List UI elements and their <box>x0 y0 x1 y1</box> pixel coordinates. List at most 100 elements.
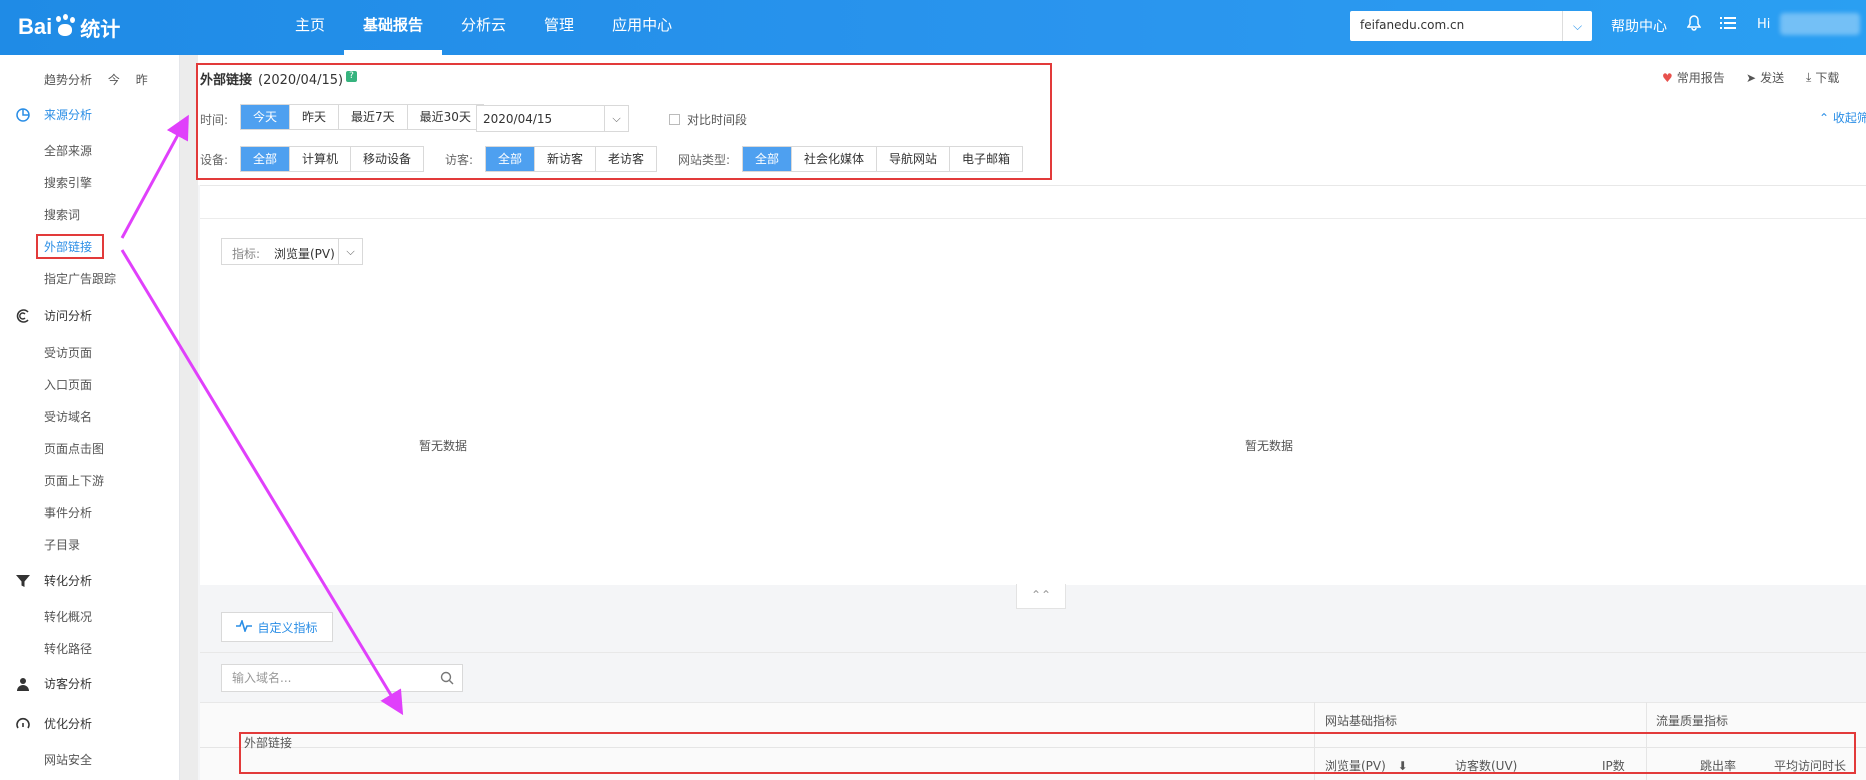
nav-analysis-cloud[interactable]: 分析云 <box>442 0 525 55</box>
trend-yesterday-link[interactable]: 昨 <box>136 73 148 87</box>
sidebar-item-click-map[interactable]: 页面点击图 <box>44 440 104 457</box>
divider <box>1314 702 1315 780</box>
site-type-social-button[interactable]: 社会化媒体 <box>792 147 878 171</box>
help-center-link[interactable]: 帮助中心 <box>1611 16 1667 36</box>
send-button[interactable]: ➤ 发送 <box>1746 69 1784 86</box>
chart-area <box>200 185 1866 585</box>
sidebar-section-label: 来源分析 <box>44 108 93 122</box>
report-date: (2020/04/15) <box>258 73 344 88</box>
sort-down-icon[interactable]: ⬇ <box>1398 759 1408 773</box>
help-icon[interactable]: ? <box>346 71 357 82</box>
column-ip[interactable]: IP数 <box>1602 757 1625 774</box>
sidebar-section-optimize[interactable]: 优化分析 <box>16 715 92 732</box>
search-icon[interactable] <box>440 671 454 685</box>
visitor-returning-button[interactable]: 老访客 <box>596 147 657 171</box>
baidu-tongji-logo[interactable]: Bai 统计 <box>18 10 120 44</box>
sidebar-item-event-analysis[interactable]: 事件分析 <box>44 504 92 521</box>
column-external-link[interactable]: 外部链接 <box>244 734 292 751</box>
visitor-all-button[interactable]: 全部 <box>486 147 536 171</box>
time-30days-button[interactable]: 最近30天 <box>407 105 483 129</box>
column-bounce-rate[interactable]: 跳出率 <box>1700 757 1736 774</box>
time-yesterday-button[interactable]: 昨天 <box>290 105 340 129</box>
avatar[interactable] <box>1780 13 1860 35</box>
sidebar-section-visitor[interactable]: 访客分析 <box>16 675 92 692</box>
metric-selector[interactable]: 指标: 浏览量(PV) ⌵ <box>221 238 363 265</box>
visit-analysis-icon <box>16 308 30 323</box>
domain-search-input[interactable] <box>232 670 432 686</box>
download-icon: ⤓ <box>1806 70 1812 84</box>
logo-text: Bai <box>18 14 53 39</box>
site-type-navigation-button[interactable]: 导航网站 <box>877 147 951 171</box>
sidebar-item-ad-tracking[interactable]: 指定广告跟踪 <box>44 270 116 287</box>
sidebar-item-visited-domains[interactable]: 受访域名 <box>44 408 92 425</box>
time-7days-button[interactable]: 最近7天 <box>339 105 408 129</box>
date-picker-value: 2020/04/15 <box>483 112 553 126</box>
divider <box>200 747 1866 748</box>
device-mobile-button[interactable]: 移动设备 <box>351 147 424 171</box>
site-type-email-button[interactable]: 电子邮箱 <box>950 147 1023 171</box>
nav-home[interactable]: 主页 <box>276 0 344 55</box>
sidebar-item-visited-pages[interactable]: 受访页面 <box>44 344 92 361</box>
chevron-down-icon[interactable]: ⌵ <box>1562 11 1592 41</box>
sidebar-section-source[interactable]: 来源分析 <box>16 106 92 123</box>
column-avg-duration[interactable]: 平均访问时长 <box>1774 757 1846 774</box>
sidebar-scrollbar[interactable] <box>180 55 198 780</box>
sidebar-section-visit[interactable]: 访问分析 <box>16 307 92 324</box>
column-uv[interactable]: 访客数(UV) <box>1455 757 1517 774</box>
group-quality-metrics: 流量质量指标 <box>1656 714 1729 728</box>
compare-period-checkbox[interactable]: 对比时间段 <box>669 111 747 128</box>
device-all-button[interactable]: 全部 <box>241 147 291 171</box>
chevron-down-icon[interactable]: ⌵ <box>338 239 362 264</box>
download-button[interactable]: ⤓ 下载 <box>1806 69 1839 86</box>
divider <box>1646 702 1647 780</box>
sidebar-item-search-engine[interactable]: 搜索引擎 <box>44 174 92 191</box>
user-greeting[interactable]: Hi <box>1757 17 1770 32</box>
page-title-text: 外部链接 <box>200 73 253 88</box>
trend-today-link[interactable]: 今 <box>108 73 120 87</box>
chevron-down-icon[interactable]: ⌵ <box>604 106 628 131</box>
paw-icon <box>54 14 76 38</box>
sidebar-item-external-links[interactable]: 外部链接 <box>44 238 92 255</box>
sidebar-item-trend[interactable]: 趋势分析 今 昨 <box>44 71 148 88</box>
sidebar-item-search-terms[interactable]: 搜索词 <box>44 206 80 223</box>
site-type-all-button[interactable]: 全部 <box>743 147 793 171</box>
date-picker[interactable]: 2020/04/15 ⌵ <box>476 105 629 132</box>
favorite-report-button[interactable]: ♥ 常用报告 <box>1662 69 1725 86</box>
domain-search[interactable] <box>221 664 463 692</box>
checkbox[interactable] <box>669 114 680 125</box>
sidebar-item-conversion-overview[interactable]: 转化概况 <box>44 608 92 625</box>
sidebar-item-entry-pages[interactable]: 入口页面 <box>44 376 92 393</box>
gauge-icon <box>16 717 30 731</box>
visitor-group: 全部 新访客 老访客 <box>485 146 658 172</box>
nav-basic-report[interactable]: 基础报告 <box>344 0 443 55</box>
visitor-label: 访客: <box>445 153 474 167</box>
sidebar-item-page-flow[interactable]: 页面上下游 <box>44 472 104 489</box>
nav-manage[interactable]: 管理 <box>525 0 593 55</box>
time-label: 时间: <box>200 113 229 127</box>
collapse-chart-button[interactable]: ⌃⌃ <box>1016 584 1066 609</box>
favorite-report-label: 常用报告 <box>1676 71 1725 85</box>
device-computer-button[interactable]: 计算机 <box>290 147 352 171</box>
site-selector[interactable]: feifanedu.com.cn ⌵ <box>1350 11 1592 41</box>
sidebar-item-all-sources[interactable]: 全部来源 <box>44 142 92 159</box>
custom-metric-button[interactable]: 自定义指标 <box>221 612 333 642</box>
site-type-label: 网站类型: <box>678 153 731 167</box>
device-label: 设备: <box>200 153 229 167</box>
collapse-filter-link[interactable]: ⌃ 收起筛 <box>1819 109 1866 126</box>
sidebar-item-conversion-path[interactable]: 转化路径 <box>44 640 92 657</box>
sidebar-section-conversion[interactable]: 转化分析 <box>16 572 92 589</box>
sidebar-item-subdirectory[interactable]: 子目录 <box>44 536 80 553</box>
logo-cn-text: 统计 <box>80 18 121 41</box>
sidebar-section-label: 访客分析 <box>44 677 93 691</box>
nav-app-center[interactable]: 应用中心 <box>593 0 691 55</box>
visitor-new-button[interactable]: 新访客 <box>535 147 597 171</box>
column-pv-label: 浏览量(PV) <box>1325 759 1386 773</box>
list-menu-icon[interactable] <box>1720 15 1736 34</box>
custom-metric-label: 自定义指标 <box>257 620 318 635</box>
sidebar-item-site-security[interactable]: 网站安全 <box>44 751 92 768</box>
column-pv[interactable]: 浏览量(PV) ⬇ <box>1325 757 1408 774</box>
metric-selector-label: 指标: <box>232 247 261 261</box>
time-today-button[interactable]: 今天 <box>241 105 291 129</box>
no-data-right: 暂无数据 <box>1245 439 1294 453</box>
bell-icon[interactable] <box>1686 15 1702 35</box>
